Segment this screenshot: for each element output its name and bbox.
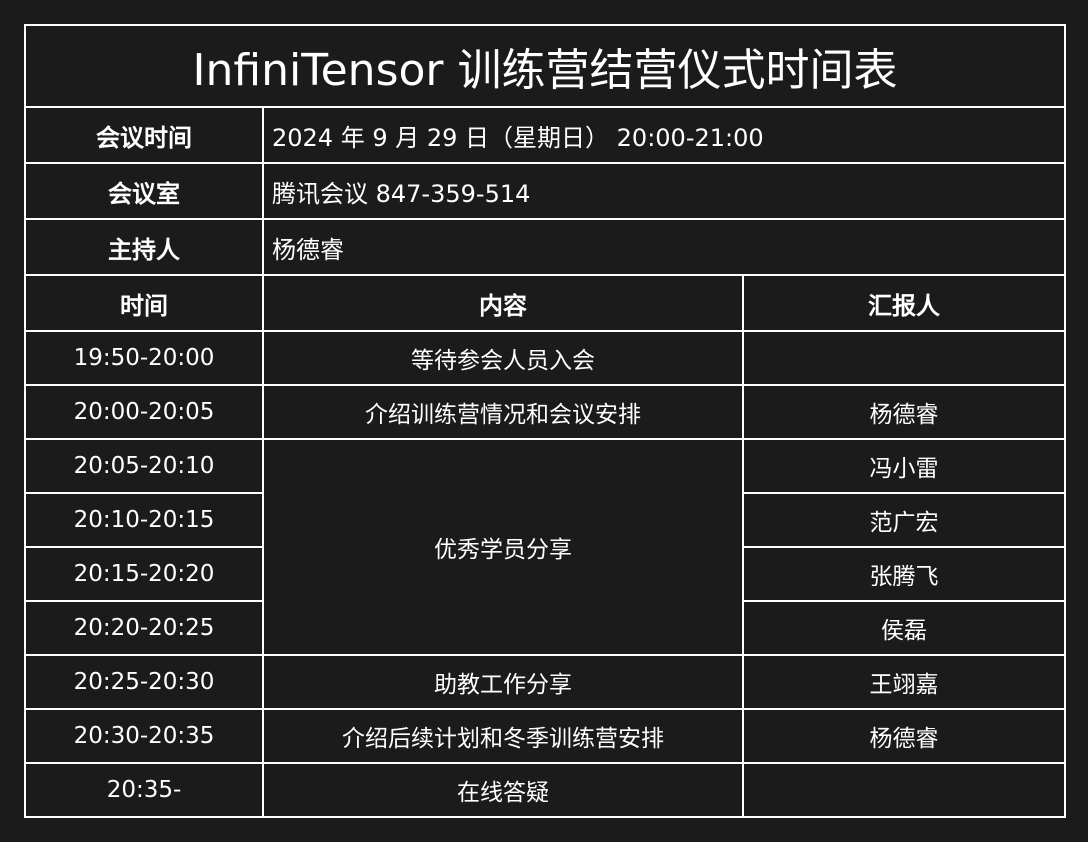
row-content: 介绍训练营情况和会议安排 bbox=[262, 384, 744, 440]
row-time: 20:00-20:05 bbox=[24, 384, 264, 440]
meeting-room-label: 会议室 bbox=[24, 162, 264, 220]
table-row: 20:25-20:30 助教工作分享 王翊嘉 bbox=[24, 654, 1066, 710]
meeting-time-label: 会议时间 bbox=[24, 106, 264, 164]
row-time: 20:20-20:25 bbox=[24, 600, 264, 656]
row-time: 19:50-20:00 bbox=[24, 330, 264, 386]
table-row: 20:00-20:05 介绍训练营情况和会议安排 杨德睿 bbox=[24, 384, 1066, 440]
table-row: 20:30-20:35 介绍后续计划和冬季训练营安排 杨德睿 bbox=[24, 708, 1066, 764]
meeting-time-value: 2024 年 9 月 29 日（星期日） 20:00-21:00 bbox=[262, 106, 1066, 164]
table-row: 19:50-20:00 等待参会人员入会 bbox=[24, 330, 1066, 386]
meeting-room-value: 腾讯会议 847-359-514 bbox=[262, 162, 1066, 220]
info-row-meeting-room: 会议室 腾讯会议 847-359-514 bbox=[24, 162, 1066, 220]
column-header-time: 时间 bbox=[24, 274, 264, 332]
column-header-content: 内容 bbox=[262, 274, 744, 332]
info-row-host: 主持人 杨德睿 bbox=[24, 218, 1066, 276]
row-presenter bbox=[742, 330, 1066, 386]
row-content: 助教工作分享 bbox=[262, 654, 744, 710]
row-presenter: 侯磊 bbox=[742, 600, 1066, 656]
schedule-table: InfiniTensor 训练营结营仪式时间表 会议时间 2024 年 9 月 … bbox=[24, 24, 1066, 818]
row-content-merged: 优秀学员分享 bbox=[262, 438, 744, 656]
row-time: 20:25-20:30 bbox=[24, 654, 264, 710]
row-presenter bbox=[742, 762, 1066, 818]
host-label: 主持人 bbox=[24, 218, 264, 276]
row-time: 20:35- bbox=[24, 762, 264, 818]
row-time: 20:10-20:15 bbox=[24, 492, 264, 548]
host-value: 杨德睿 bbox=[262, 218, 1066, 276]
row-content: 在线答疑 bbox=[262, 762, 744, 818]
title-row: InfiniTensor 训练营结营仪式时间表 bbox=[24, 24, 1066, 108]
row-time: 20:15-20:20 bbox=[24, 546, 264, 602]
row-presenter: 王翊嘉 bbox=[742, 654, 1066, 710]
row-presenter: 冯小雷 bbox=[742, 438, 1066, 494]
row-content: 等待参会人员入会 bbox=[262, 330, 744, 386]
row-time: 20:05-20:10 bbox=[24, 438, 264, 494]
row-presenter: 杨德睿 bbox=[742, 708, 1066, 764]
info-row-meeting-time: 会议时间 2024 年 9 月 29 日（星期日） 20:00-21:00 bbox=[24, 106, 1066, 164]
schedule-header-row: 时间 内容 汇报人 bbox=[24, 274, 1066, 332]
row-content: 介绍后续计划和冬季训练营安排 bbox=[262, 708, 744, 764]
row-time: 20:30-20:35 bbox=[24, 708, 264, 764]
row-presenter: 范广宏 bbox=[742, 492, 1066, 548]
table-row: 20:35- 在线答疑 bbox=[24, 762, 1066, 818]
table-row: 20:05-20:10 优秀学员分享 冯小雷 bbox=[24, 438, 1066, 656]
page-title: InfiniTensor 训练营结营仪式时间表 bbox=[24, 24, 1066, 108]
row-presenter: 张腾飞 bbox=[742, 546, 1066, 602]
row-presenter: 杨德睿 bbox=[742, 384, 1066, 440]
column-header-presenter: 汇报人 bbox=[742, 274, 1066, 332]
